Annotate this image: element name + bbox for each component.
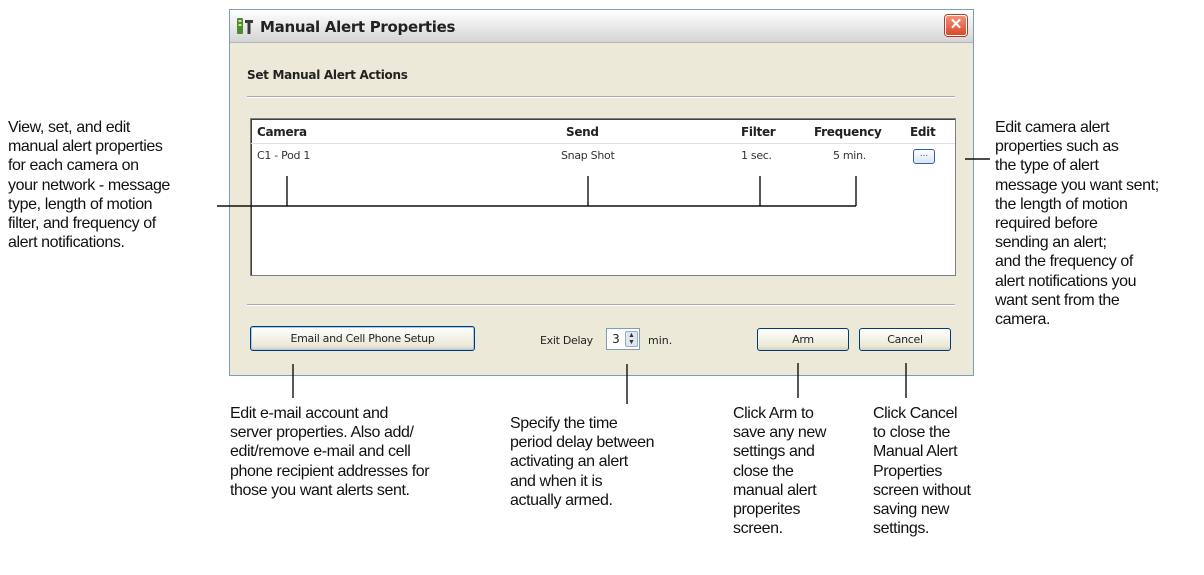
callout-line: for each camera on bbox=[8, 157, 139, 175]
callout-line: message you want sent; bbox=[995, 176, 1159, 194]
callout-line: sending an alert; bbox=[995, 234, 1107, 252]
callout-line: Manual Alert bbox=[873, 443, 958, 461]
callout-arm: Click Arm to save any new settings and c… bbox=[733, 404, 826, 538]
callout-line: Edit e-mail account and bbox=[230, 405, 389, 422]
callout-email-setup: Edit e-mail account and server propertie… bbox=[230, 404, 430, 500]
callout-line: properites bbox=[733, 501, 801, 519]
callout-cancel: Click Cancel to close the Manual Alert P… bbox=[873, 404, 971, 538]
callout-line: to close the bbox=[873, 424, 951, 442]
callout-line: Specify the time bbox=[510, 415, 618, 432]
callout-line: save any new bbox=[733, 424, 827, 442]
callout-line: manual alert bbox=[733, 481, 817, 499]
callout-line: alert notifications. bbox=[8, 234, 125, 252]
callout-line: actually armed. bbox=[510, 491, 613, 509]
callout-line: Properties bbox=[873, 462, 942, 480]
callout-line: filter, and frequency of bbox=[8, 215, 156, 233]
callout-line: settings. bbox=[873, 520, 929, 538]
callout-line: Click Arm to bbox=[733, 405, 814, 422]
callout-line: activating an alert bbox=[510, 453, 628, 471]
callout-exit-delay: Specify the time period delay between ac… bbox=[510, 414, 655, 510]
callout-line: manual alert properties bbox=[8, 138, 163, 156]
callout-line: Edit camera alert bbox=[995, 119, 1110, 136]
callout-line: those you want alerts sent. bbox=[230, 481, 410, 499]
callout-line: phone recipient addresses for bbox=[230, 462, 430, 480]
callout-line: properties such as bbox=[995, 138, 1119, 156]
callout-line: want sent from the bbox=[995, 291, 1120, 309]
callout-line: edit/remove e-mail and cell bbox=[230, 443, 411, 461]
callout-line: saving new bbox=[873, 501, 950, 519]
callout-line: server properties. Also add/ bbox=[230, 424, 414, 442]
callout-line: Click Cancel bbox=[873, 405, 958, 422]
callout-line: the length of motion bbox=[995, 195, 1128, 213]
callout-line: camera. bbox=[995, 311, 1050, 329]
callout-edit: Edit camera alert properties such as the… bbox=[995, 118, 1159, 329]
callout-line: alert notifications you bbox=[995, 272, 1137, 290]
callout-line: settings and bbox=[733, 443, 815, 461]
callout-line: View, set, and edit bbox=[8, 119, 130, 136]
callout-line: and when it is bbox=[510, 472, 603, 490]
callout-line: your network - message bbox=[8, 176, 170, 194]
callout-line: type, length of motion bbox=[8, 195, 153, 213]
callout-line: and the frequency of bbox=[995, 253, 1133, 271]
callout-line: screen without bbox=[873, 481, 971, 499]
callout-line: screen. bbox=[733, 520, 783, 538]
callout-line: close the bbox=[733, 462, 794, 480]
callout-line: the type of alert bbox=[995, 157, 1099, 175]
callout-line: period delay between bbox=[510, 434, 655, 452]
callout-camera-list: View, set, and edit manual alert propert… bbox=[8, 118, 170, 252]
callout-line: required before bbox=[995, 215, 1098, 233]
